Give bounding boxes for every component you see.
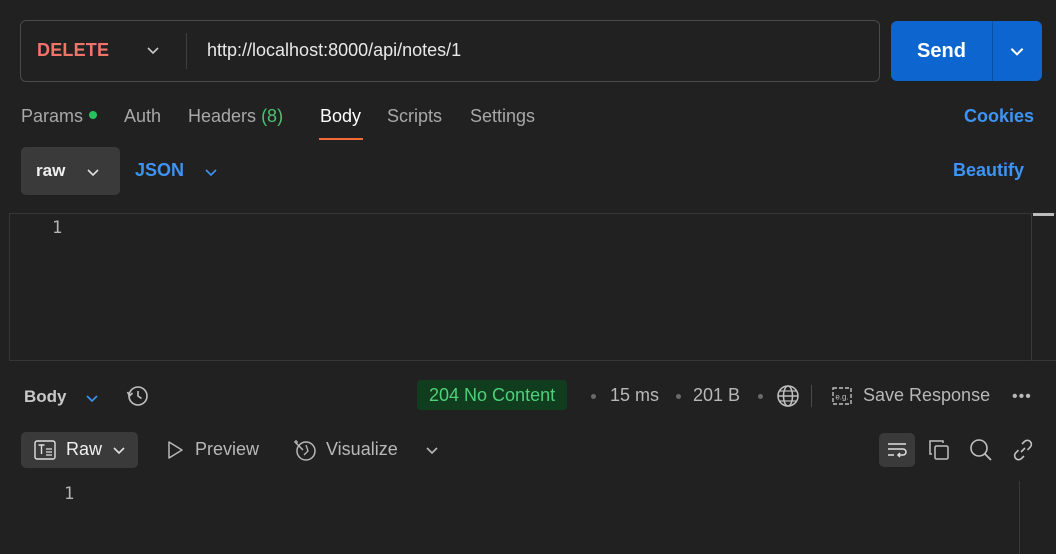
response-view-select[interactable]: Raw: [21, 432, 138, 468]
save-response-button[interactable]: Save Response: [863, 385, 990, 406]
response-view-label: Raw: [66, 439, 103, 459]
tab-scripts[interactable]: Scripts: [387, 106, 442, 127]
method-select[interactable]: DELETE: [37, 40, 109, 61]
send-options-chevron-icon[interactable]: [1008, 42, 1026, 60]
url-input[interactable]: http://localhost:8000/api/notes/1: [207, 40, 461, 61]
line-number: 1: [52, 218, 63, 238]
editor-scrollbar-track[interactable]: [1031, 213, 1032, 361]
wrap-lines-button[interactable]: [879, 433, 915, 467]
tab-params-label: Params: [21, 106, 84, 126]
visualize-icon[interactable]: [292, 437, 318, 463]
more-options-icon[interactable]: •••: [1012, 388, 1032, 406]
toolbar-divider: [811, 385, 812, 407]
beautify-button[interactable]: Beautify: [953, 160, 1024, 181]
example-icon[interactable]: e.g.: [830, 386, 854, 406]
status-badge[interactable]: 204 No Content: [417, 380, 568, 410]
cookies-link[interactable]: Cookies: [964, 106, 1034, 127]
chevron-down-icon: [113, 447, 125, 455]
headers-count: (8): [261, 106, 284, 126]
tab-headers-label: Headers: [188, 106, 257, 126]
chevron-down-icon: [87, 169, 99, 177]
request-body-editor[interactable]: [9, 213, 1056, 361]
body-format-select[interactable]: JSON: [135, 160, 184, 181]
tab-auth[interactable]: Auth: [124, 106, 161, 127]
send-divider: [992, 21, 993, 81]
tab-settings[interactable]: Settings: [470, 106, 535, 127]
chevron-down-icon[interactable]: [203, 164, 219, 180]
send-button[interactable]: Send: [891, 21, 992, 81]
url-divider: [186, 33, 187, 69]
separator-dot: [758, 394, 763, 399]
visualize-button[interactable]: Visualize: [326, 439, 398, 460]
play-icon[interactable]: [165, 440, 185, 460]
chevron-down-icon[interactable]: [84, 390, 100, 406]
active-tab-indicator: [319, 138, 363, 140]
link-icon[interactable]: [1011, 438, 1035, 462]
search-icon[interactable]: [969, 438, 993, 462]
wrap-icon: [888, 443, 907, 458]
tab-headers[interactable]: Headers (8): [188, 106, 283, 127]
response-section-select[interactable]: Body: [24, 387, 67, 407]
separator-dot: [676, 394, 681, 399]
send-button-group: Send: [891, 21, 1042, 81]
response-time[interactable]: 15 ms: [610, 385, 659, 406]
separator-dot: [591, 394, 596, 399]
editor-scrollbar-thumb[interactable]: [1033, 213, 1054, 216]
chevron-down-icon[interactable]: [424, 442, 440, 458]
example-label: e.g.: [835, 393, 848, 402]
tab-body[interactable]: Body: [320, 106, 361, 127]
url-bar: DELETE http://localhost:8000/api/notes/1: [20, 20, 880, 82]
line-number: 1: [64, 484, 75, 504]
response-size[interactable]: 201 B: [693, 385, 740, 406]
history-icon[interactable]: [125, 383, 151, 409]
copy-icon[interactable]: [928, 439, 950, 461]
chevron-down-icon[interactable]: [145, 42, 161, 58]
body-mode-label: raw: [36, 161, 66, 180]
globe-icon[interactable]: [775, 383, 801, 409]
preview-button[interactable]: Preview: [195, 439, 259, 460]
response-scrollbar-track[interactable]: [1019, 481, 1020, 554]
params-active-dot: [89, 111, 98, 119]
text-format-icon: [34, 440, 56, 460]
body-mode-select[interactable]: raw: [21, 147, 120, 195]
tab-params[interactable]: Params: [21, 106, 98, 127]
